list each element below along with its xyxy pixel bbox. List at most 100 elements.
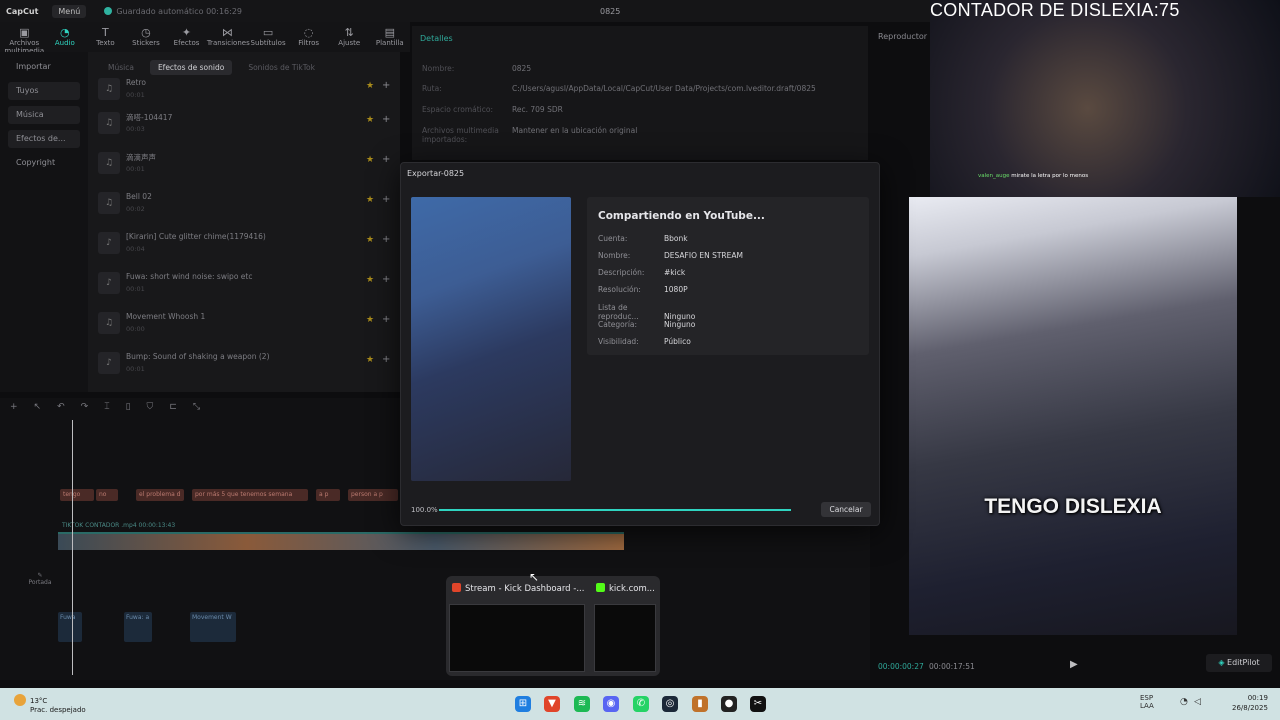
redo-icon[interactable]: ↷	[81, 402, 89, 414]
add-icon[interactable]: +	[382, 234, 390, 245]
list-item[interactable]: ♪ Fuwa: short wind noise: swipo etc 00:01 ★…	[98, 266, 394, 302]
audio-clip[interactable]: Movement W	[190, 612, 236, 642]
tool-subtitles[interactable]: ▭ Subtítulos	[248, 22, 289, 47]
editpilot-button[interactable]: ◈ EditPilot	[1206, 654, 1272, 672]
add-icon[interactable]: +	[382, 274, 390, 285]
tool-effects[interactable]: ✦ Efectos	[166, 22, 207, 47]
tool-filters[interactable]: ◌ Filtros	[288, 22, 329, 47]
audio-name: Bell 02	[126, 192, 152, 201]
clock[interactable]: 00:19 26/8/2025	[1232, 693, 1268, 713]
magic-icon[interactable]: ⤡	[193, 402, 200, 414]
edit-icon: ✎	[37, 572, 43, 579]
clock-time: 00:19	[1247, 694, 1268, 702]
sidebar-item-music[interactable]: Música	[8, 106, 80, 124]
whatsapp-icon[interactable]: ✆	[633, 696, 649, 712]
text-icon: T	[102, 26, 109, 39]
star-icon[interactable]: ★	[366, 235, 374, 245]
audio-clip[interactable]: Fuwa	[58, 612, 82, 642]
text-clip[interactable]: no	[96, 489, 118, 501]
tool-template[interactable]: ▤ Plantilla	[370, 22, 411, 47]
add-icon[interactable]: +	[382, 154, 390, 165]
add-icon[interactable]: +	[382, 114, 390, 125]
star-icon[interactable]: ★	[366, 355, 374, 365]
crop-icon[interactable]: ⊏	[169, 402, 177, 414]
star-icon[interactable]: ★	[366, 115, 374, 125]
star-icon[interactable]: ★	[366, 315, 374, 325]
play-icon[interactable]: ▶	[1070, 659, 1078, 670]
tool-stickers[interactable]: ◷ Stickers	[126, 22, 167, 47]
select-cursor-icon[interactable]: ↖	[34, 402, 42, 414]
split-icon[interactable]: ⌶	[104, 402, 109, 414]
app-icon[interactable]: ▮	[692, 696, 708, 712]
preview-window-brave[interactable]: Stream - Kick Dashboard -...	[452, 583, 584, 594]
star-icon[interactable]: ★	[366, 195, 374, 205]
preview-thumbnail[interactable]	[594, 604, 656, 672]
list-item[interactable]: ♫ Retro 00:01 ★ +	[98, 72, 394, 108]
tool-audio[interactable]: ◔ Audio	[45, 22, 86, 47]
add-icon[interactable]: +	[382, 80, 390, 91]
list-item[interactable]: ♫ Bell 02 00:02 ★ +	[98, 186, 394, 222]
cover-button[interactable]: ✎ Portada	[28, 572, 52, 586]
tool-transitions[interactable]: ⋈ Transiciones	[207, 22, 250, 47]
playhead[interactable]	[72, 420, 73, 675]
adjust-icon: ⇅	[344, 26, 354, 39]
list-item[interactable]: ♫ 滴嗒-104417 00:03 ★ +	[98, 106, 394, 142]
dyslexia-counter: CONTADOR DE DISLEXIA:75	[930, 0, 1180, 20]
info-row: Cuenta: Bbonk	[598, 234, 688, 243]
cancel-button[interactable]: Cancelar	[821, 502, 871, 517]
wifi-icon[interactable]: ◔	[1180, 697, 1188, 707]
video-track-label: TIKTOK CONTADOR .mp4 00:00:13:43	[62, 522, 176, 529]
preview-thumbnail[interactable]	[449, 604, 585, 672]
volume-icon[interactable]: ◁	[1194, 697, 1201, 707]
star-icon[interactable]: ★	[366, 81, 374, 91]
text-clip[interactable]: person a p	[348, 489, 398, 501]
tool-label: Stickers	[132, 39, 160, 47]
list-item[interactable]: ♪ [Kirarin] Cute glitter chime(1179416) 00…	[98, 226, 394, 262]
shield-icon[interactable]: ⛉	[147, 402, 154, 414]
capcut-icon[interactable]: ✂	[750, 696, 766, 712]
weather-widget[interactable]: 13°C Prac. despejado	[14, 694, 86, 714]
text-clip[interactable]: a p	[316, 489, 340, 501]
sidebar-item-import[interactable]: Importar	[8, 58, 80, 76]
list-item[interactable]: ♪ Bump: Sound of shaking a weapon (2) 00:0…	[98, 346, 394, 382]
menu-button[interactable]: Menú	[52, 4, 87, 18]
video-clip[interactable]	[58, 532, 624, 550]
text-clip[interactable]: por más 5 que tenemos semana	[192, 489, 308, 501]
spotify-icon[interactable]: ≋	[574, 696, 590, 712]
media-icon: ▣	[19, 26, 30, 39]
info-value: DESAFIO EN STREAM	[664, 251, 743, 260]
delete-icon[interactable]: ▯	[126, 402, 131, 414]
star-icon[interactable]: ★	[366, 275, 374, 285]
steam-icon[interactable]: ◎	[662, 696, 678, 712]
sidebar-item-yours[interactable]: Tuyos	[8, 82, 80, 100]
system-tray[interactable]: ESP LAA	[1140, 694, 1154, 710]
tool-text[interactable]: T Texto	[85, 22, 126, 47]
undo-icon[interactable]: ↶	[57, 402, 65, 414]
info-row: Categoría: Ninguno	[598, 320, 695, 329]
add-icon[interactable]: +	[382, 194, 390, 205]
add-icon[interactable]: +	[382, 354, 390, 365]
preview-window-kick[interactable]: kick.com...	[596, 583, 655, 594]
tool-adjust[interactable]: ⇅ Ajuste	[329, 22, 370, 47]
list-item[interactable]: ♫ 滴滴声声 00:01 ★ +	[98, 146, 394, 182]
add-icon[interactable]: +	[382, 314, 390, 325]
sidebar-item-copyright[interactable]: Copyright	[8, 154, 80, 172]
details-header: Detalles	[420, 34, 453, 43]
subtitles-icon: ▭	[262, 26, 274, 39]
add-icon[interactable]: +	[10, 402, 18, 414]
audio-name: Retro	[126, 78, 146, 87]
brave-icon[interactable]: ▼	[544, 696, 560, 712]
list-item[interactable]: ♫ Movement Whoosh 1 00:00 ★ +	[98, 306, 394, 342]
obs-icon[interactable]: ●	[721, 696, 737, 712]
windows-start-icon[interactable]: ⊞	[515, 696, 531, 712]
text-clip[interactable]: tengo	[60, 489, 94, 501]
share-heading: Compartiendo en YouTube...	[598, 210, 765, 222]
text-clip[interactable]: el problema d	[136, 489, 184, 501]
discord-icon[interactable]: ◉	[603, 696, 619, 712]
sidebar-item-sound-effects[interactable]: Efectos de...	[8, 130, 80, 148]
star-icon[interactable]: ★	[366, 155, 374, 165]
tool-label: Texto	[96, 39, 115, 47]
audio-clip[interactable]: Fuwa: a	[124, 612, 152, 642]
autosave-icon	[104, 7, 113, 15]
tool-media[interactable]: ▣ Archivos multimedia	[4, 22, 45, 55]
